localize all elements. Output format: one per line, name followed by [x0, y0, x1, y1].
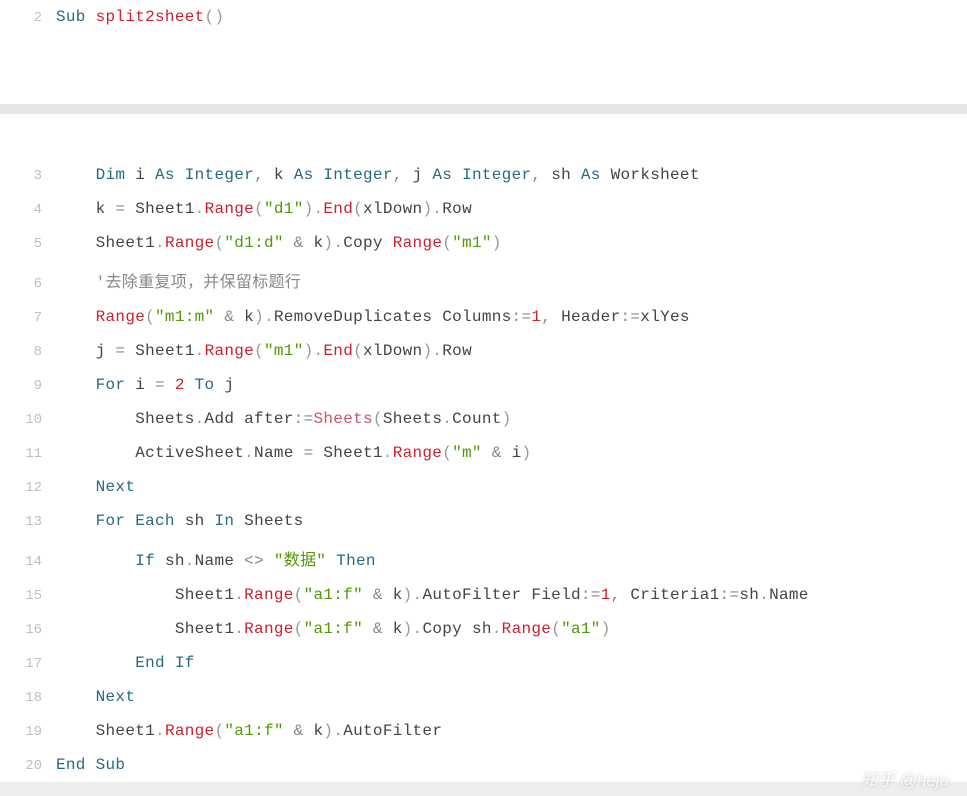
code-line: 9 For i = 2 To j — [0, 368, 967, 402]
code-line: 16 Sheet1.Range("a1:f" & k).Copy sh.Rang… — [0, 612, 967, 646]
code-content: Sheet1.Range("a1:f" & k).AutoFilter — [56, 722, 967, 740]
line-number: 15 — [0, 588, 56, 604]
line-number: 16 — [0, 622, 56, 638]
code-line: 2Sub split2sheet() — [0, 0, 967, 34]
line-number: 3 — [0, 168, 56, 184]
code-line: 19 Sheet1.Range("a1:f" & k).AutoFilter — [0, 714, 967, 748]
code-line: 13 For Each sh In Sheets — [0, 504, 967, 538]
line-number: 9 — [0, 378, 56, 394]
code-content: ActiveSheet.Name = Sheet1.Range("m" & i) — [56, 444, 967, 462]
code-line: 7 Range("m1:m" & k).RemoveDuplicates Col… — [0, 300, 967, 334]
code-line: 5 Sheet1.Range("d1:d" & k).Copy Range("m… — [0, 226, 967, 260]
code-block: 2Sub split2sheet() 3 Dim i As Integer, k … — [0, 0, 967, 782]
code-content: Sheet1.Range("d1:d" & k).Copy Range("m1"… — [56, 234, 967, 252]
code-content: Next — [56, 478, 967, 496]
code-content: For i = 2 To j — [56, 376, 967, 394]
code-content: Range("m1:m" & k).RemoveDuplicates Colum… — [56, 308, 967, 326]
code-content: Sheets.Add after:=Sheets(Sheets.Count) — [56, 410, 967, 428]
blank-space — [0, 114, 967, 158]
code-content: k = Sheet1.Range("d1").End(xlDown).Row — [56, 200, 967, 218]
code-line: 20End Sub — [0, 748, 967, 782]
line-number: 17 — [0, 656, 56, 672]
code-content: Sheet1.Range("a1:f" & k).AutoFilter Fiel… — [56, 586, 967, 604]
line-number: 12 — [0, 480, 56, 496]
line-number: 10 — [0, 412, 56, 428]
line-number: 2 — [0, 10, 56, 26]
code-content: If sh.Name <> "数据" Then — [56, 546, 967, 570]
code-line: 11 ActiveSheet.Name = Sheet1.Range("m" &… — [0, 436, 967, 470]
line-number: 14 — [0, 554, 56, 570]
code-content: Next — [56, 688, 967, 706]
code-line: 17 End If — [0, 646, 967, 680]
code-line: 10 Sheets.Add after:=Sheets(Sheets.Count… — [0, 402, 967, 436]
code-content: j = Sheet1.Range("m1").End(xlDown).Row — [56, 342, 967, 360]
line-number: 7 — [0, 310, 56, 326]
line-number: 4 — [0, 202, 56, 218]
code-content: End Sub — [56, 756, 967, 774]
code-line: 18 Next — [0, 680, 967, 714]
code-line: 12 Next — [0, 470, 967, 504]
code-line: 14 If sh.Name <> "数据" Then — [0, 538, 967, 578]
line-number: 13 — [0, 514, 56, 530]
code-line: 3 Dim i As Integer, k As Integer, j As I… — [0, 158, 967, 192]
code-content: Sub split2sheet() — [56, 8, 967, 26]
code-line: 6 '去除重复项，并保留标题行 — [0, 260, 967, 300]
blank-space — [0, 34, 967, 94]
line-number: 6 — [0, 276, 56, 292]
code-line: 8 j = Sheet1.Range("m1").End(xlDown).Row — [0, 334, 967, 368]
section-gap — [0, 104, 967, 114]
code-content: Dim i As Integer, k As Integer, j As Int… — [56, 166, 967, 184]
line-number: 19 — [0, 724, 56, 740]
code-content: End If — [56, 654, 967, 672]
line-number: 5 — [0, 236, 56, 252]
code-line: 15 Sheet1.Range("a1:f" & k).AutoFilter F… — [0, 578, 967, 612]
code-content: '去除重复项，并保留标题行 — [56, 268, 967, 292]
code-line: 4 k = Sheet1.Range("d1").End(xlDown).Row — [0, 192, 967, 226]
line-number: 11 — [0, 446, 56, 462]
line-number: 20 — [0, 758, 56, 774]
code-content: For Each sh In Sheets — [56, 512, 967, 530]
line-number: 18 — [0, 690, 56, 706]
line-number: 8 — [0, 344, 56, 360]
code-content: Sheet1.Range("a1:f" & k).Copy sh.Range("… — [56, 620, 967, 638]
